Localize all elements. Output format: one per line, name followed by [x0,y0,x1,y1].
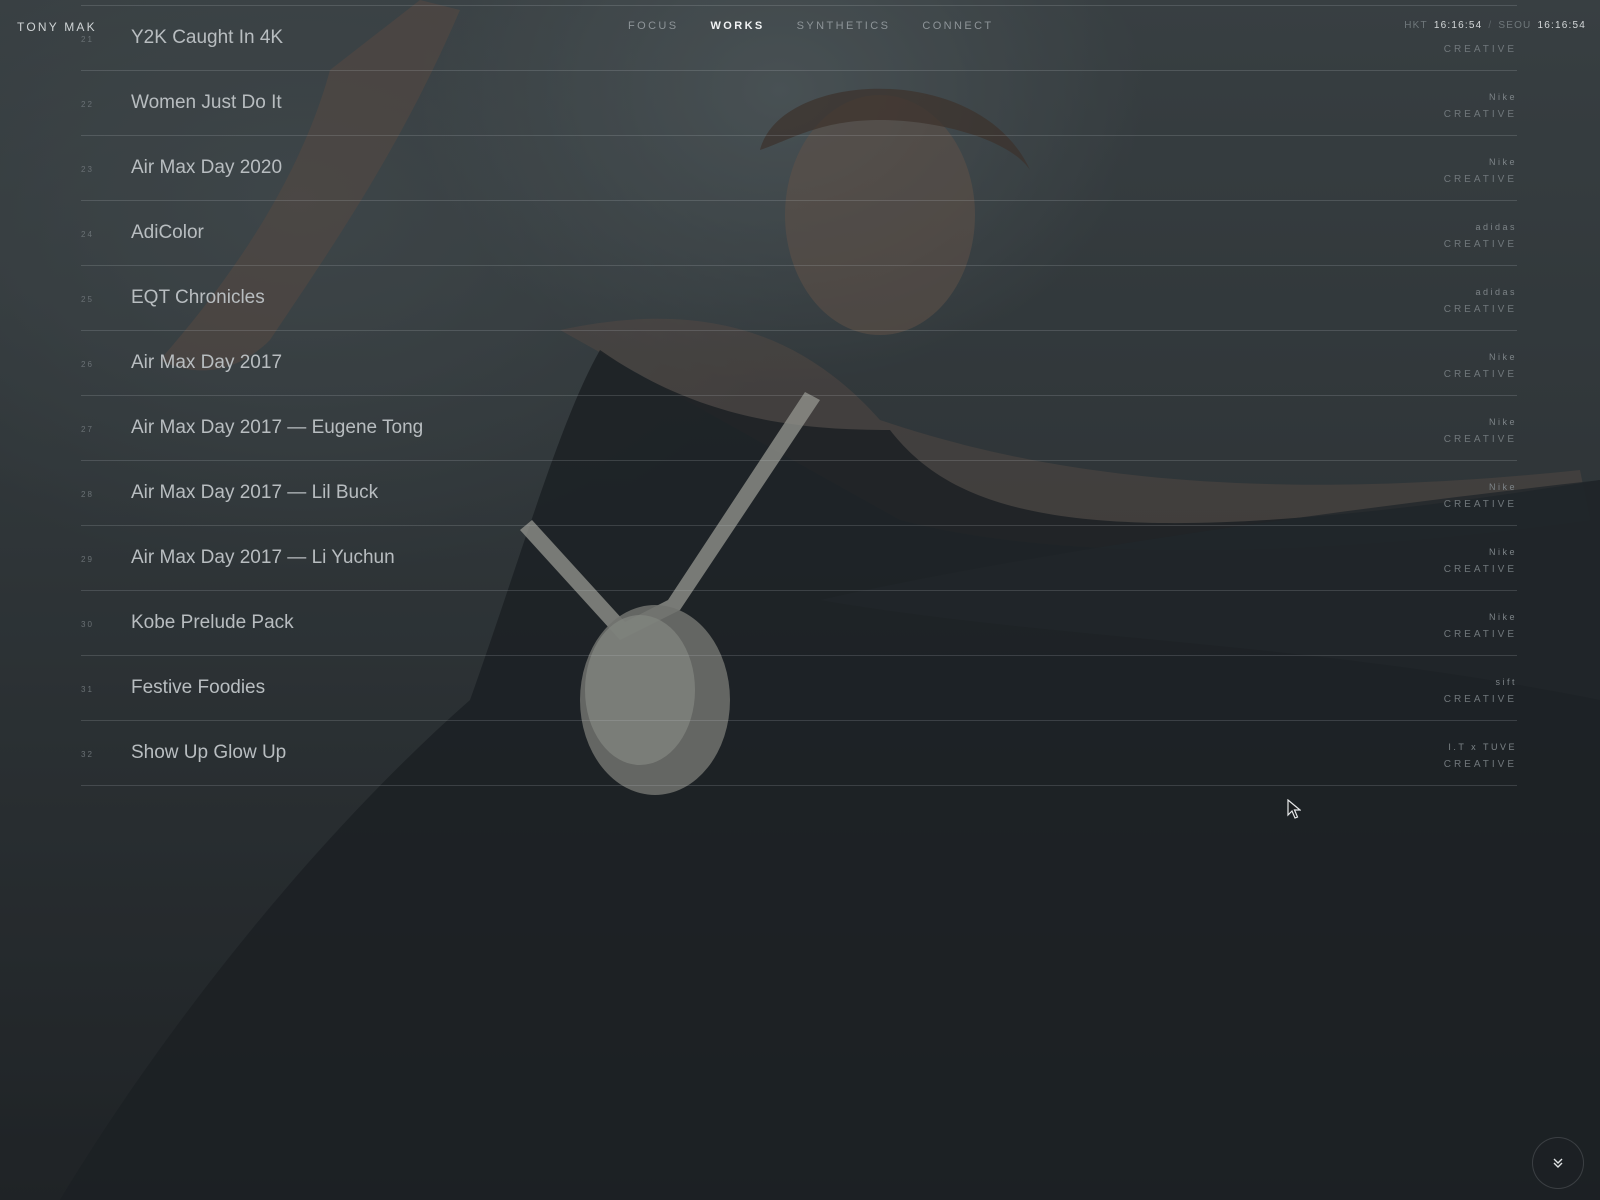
work-number: 21 [81,35,94,44]
scroll-down-button[interactable] [1532,1137,1584,1189]
double-chevron-down-icon [1553,1158,1563,1168]
work-category: CREATIVE [1443,759,1517,770]
work-title[interactable]: Women Just Do It [131,92,282,114]
work-client: Nike [1488,482,1517,492]
work-client: adidas [1475,222,1517,232]
work-category: CREATIVE [1443,499,1517,510]
work-category: CREATIVE [1443,44,1517,55]
work-client: Nike [1488,352,1517,362]
work-title[interactable]: Air Max Day 2017 — Lil Buck [131,482,378,504]
work-row-31[interactable]: 31 Festive Foodies sift CREATIVE [81,656,1517,721]
work-row-28[interactable]: 28 Air Max Day 2017 — Lil Buck Nike CREA… [81,461,1517,526]
work-number: 26 [81,360,94,369]
work-title[interactable]: Show Up Glow Up [131,742,286,764]
work-number: 32 [81,750,94,759]
work-row-32[interactable]: 32 Show Up Glow Up I.T x TUVE CREATIVE [81,721,1517,786]
work-category: CREATIVE [1443,174,1517,185]
work-row-26[interactable]: 26 Air Max Day 2017 Nike CREATIVE [81,331,1517,396]
work-row-23[interactable]: 23 Air Max Day 2020 Nike CREATIVE [81,136,1517,201]
work-title[interactable]: Y2K Caught In 4K [131,27,283,49]
work-number: 30 [81,620,94,629]
work-row-21[interactable]: 21 Y2K Caught In 4K CREATIVE [81,6,1517,71]
work-client: Nike [1488,612,1517,622]
work-client: sift [1495,677,1517,687]
work-title[interactable]: Air Max Day 2020 [131,157,282,179]
work-row-29[interactable]: 29 Air Max Day 2017 — Li Yuchun Nike CRE… [81,526,1517,591]
work-category: CREATIVE [1443,369,1517,380]
work-category: CREATIVE [1443,434,1517,445]
work-number: 23 [81,165,94,174]
work-category: CREATIVE [1443,564,1517,575]
work-title[interactable]: Air Max Day 2017 — Li Yuchun [131,547,395,569]
work-category: CREATIVE [1443,239,1517,250]
work-client: adidas [1475,287,1517,297]
works-list: 21 Y2K Caught In 4K CREATIVE 22 Women Ju… [81,5,1517,786]
work-title[interactable]: Air Max Day 2017 [131,352,282,374]
work-client: Nike [1488,157,1517,167]
work-row-25[interactable]: 25 EQT Chronicles adidas CREATIVE [81,266,1517,331]
work-title[interactable]: Kobe Prelude Pack [131,612,294,634]
work-client: Nike [1488,92,1517,102]
work-number: 24 [81,230,94,239]
work-number: 31 [81,685,94,694]
work-category: CREATIVE [1443,629,1517,640]
work-title[interactable]: Air Max Day 2017 — Eugene Tong [131,417,423,439]
work-row-24[interactable]: 24 AdiColor adidas CREATIVE [81,201,1517,266]
work-category: CREATIVE [1443,304,1517,315]
work-number: 25 [81,295,94,304]
work-title[interactable]: EQT Chronicles [131,287,265,309]
work-client: Nike [1488,547,1517,557]
clock-time-2: 16:16:54 [1537,20,1586,31]
work-number: 27 [81,425,94,434]
work-number: 22 [81,100,94,109]
work-category: CREATIVE [1443,109,1517,120]
work-category: CREATIVE [1443,694,1517,705]
mouse-pointer-icon [1287,798,1302,824]
work-title[interactable]: Festive Foodies [131,677,265,699]
work-row-30[interactable]: 30 Kobe Prelude Pack Nike CREATIVE [81,591,1517,656]
work-title[interactable]: AdiColor [131,222,204,244]
work-client: Nike [1488,417,1517,427]
work-row-22[interactable]: 22 Women Just Do It Nike CREATIVE [81,71,1517,136]
work-client: I.T x TUVE [1448,742,1517,752]
work-number: 29 [81,555,94,564]
work-number: 28 [81,490,94,499]
work-row-27[interactable]: 27 Air Max Day 2017 — Eugene Tong Nike C… [81,396,1517,461]
